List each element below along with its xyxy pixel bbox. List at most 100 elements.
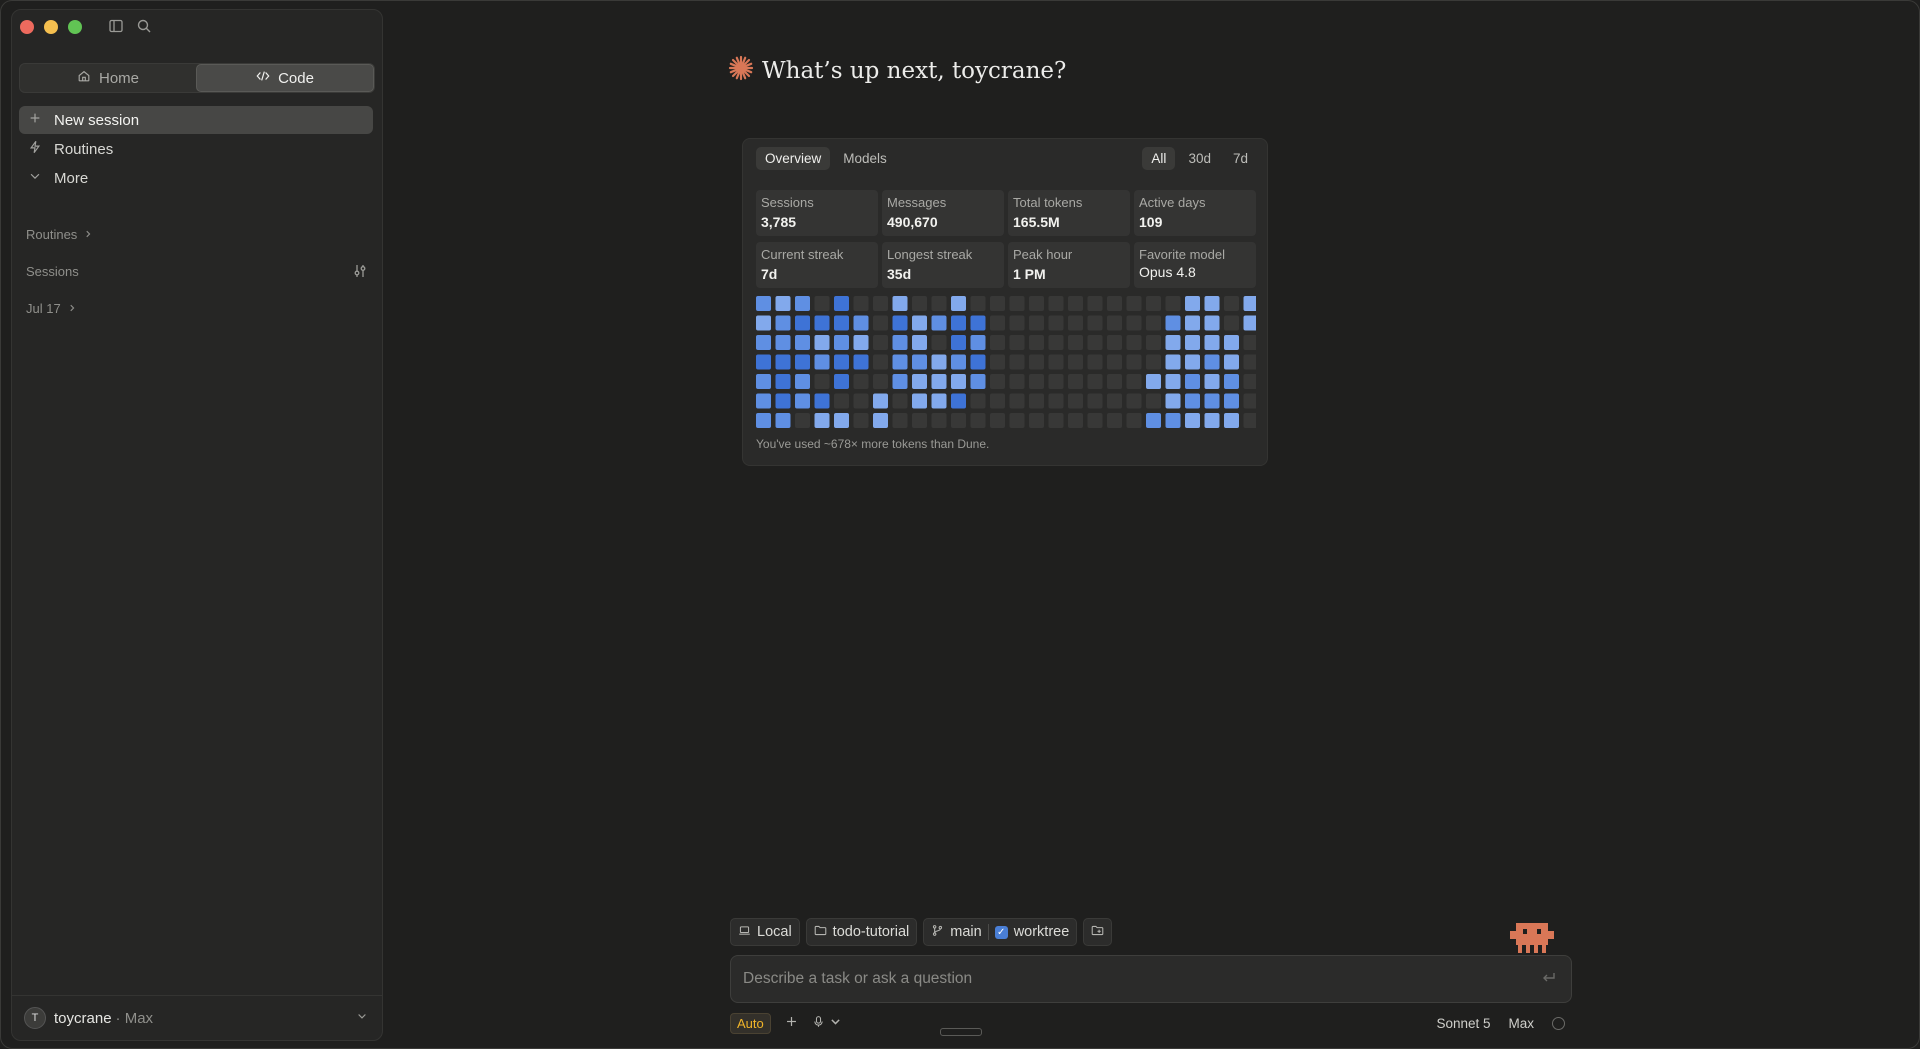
heatmap-cell bbox=[834, 315, 849, 331]
enter-icon[interactable] bbox=[1541, 971, 1557, 990]
user-plan: · Max bbox=[115, 1009, 154, 1027]
account-menu[interactable]: T toycrane · Max bbox=[12, 995, 382, 1040]
heatmap-cell bbox=[1107, 393, 1122, 409]
heatmap-cell bbox=[1243, 393, 1256, 409]
voice-input-button[interactable] bbox=[812, 1015, 842, 1033]
plus-icon bbox=[785, 1015, 798, 1033]
heatmap-cell bbox=[990, 315, 1005, 331]
heatmap-cell bbox=[1243, 413, 1256, 428]
more-label: More bbox=[54, 169, 89, 187]
heatmap-cell bbox=[1204, 374, 1220, 389]
heatmap-cell bbox=[1224, 296, 1239, 311]
routines-label: Routines bbox=[54, 140, 114, 158]
heatmap-cell bbox=[931, 354, 947, 370]
heatmap-cell bbox=[795, 296, 810, 311]
sidebar-item-routines[interactable]: Routines bbox=[19, 135, 373, 163]
range-30d[interactable]: 30d bbox=[1179, 147, 1220, 170]
add-attachment-button[interactable] bbox=[785, 1015, 798, 1033]
heatmap-cell bbox=[1068, 315, 1083, 331]
range-all[interactable]: All bbox=[1142, 147, 1176, 170]
resize-handle[interactable] bbox=[940, 1028, 982, 1036]
code-tab-label: Code bbox=[278, 69, 314, 87]
heatmap-cell bbox=[1165, 354, 1181, 370]
mode-selector[interactable]: Auto bbox=[730, 1013, 771, 1034]
stats-grid: Sessions 3,785 Messages 490,670 Total to… bbox=[756, 190, 1256, 288]
heatmap-cell bbox=[1165, 393, 1181, 409]
heatmap-cell bbox=[853, 393, 869, 409]
heatmap-cell bbox=[1107, 374, 1122, 389]
tab-overview[interactable]: Overview bbox=[756, 147, 831, 170]
heatmap-cell bbox=[1146, 354, 1161, 370]
context-usage-ring-icon[interactable] bbox=[1552, 1017, 1565, 1030]
minimize-window-button[interactable] bbox=[44, 20, 58, 34]
git-branch-icon bbox=[931, 924, 944, 941]
stat-value: 109 bbox=[1139, 214, 1163, 230]
heatmap-cell bbox=[853, 296, 869, 311]
heatmap-cell bbox=[873, 296, 888, 311]
code-icon bbox=[256, 69, 270, 87]
home-tab[interactable]: Home bbox=[20, 64, 196, 92]
heatmap-cell bbox=[1087, 393, 1103, 409]
heatmap-cell bbox=[873, 354, 888, 370]
heatmap-cell bbox=[1243, 296, 1256, 311]
heatmap-cell bbox=[1243, 335, 1256, 350]
bolt-icon bbox=[28, 140, 42, 158]
folder-chip[interactable]: todo-tutorial bbox=[805, 918, 918, 946]
heatmap-cell bbox=[775, 296, 791, 311]
heatmap-cell bbox=[951, 354, 966, 370]
stat-value: 490,670 bbox=[887, 214, 938, 230]
sidebar-toggle-icon[interactable] bbox=[108, 18, 124, 39]
heatmap-cell bbox=[1185, 413, 1200, 428]
heatmap-cell bbox=[912, 354, 927, 370]
date-group-header[interactable]: Jul 17 bbox=[26, 301, 77, 316]
heatmap-cell bbox=[795, 354, 810, 370]
heatmap-cell bbox=[1126, 354, 1142, 370]
close-window-button[interactable] bbox=[20, 20, 34, 34]
zoom-window-button[interactable] bbox=[68, 20, 82, 34]
code-tab[interactable]: Code bbox=[196, 64, 374, 92]
heatmap-cell bbox=[814, 335, 830, 350]
routines-section-header[interactable]: Routines bbox=[26, 227, 93, 242]
heatmap-cell bbox=[814, 296, 830, 311]
environment-chip[interactable]: Local bbox=[730, 918, 800, 946]
heatmap-cell bbox=[775, 315, 791, 331]
heatmap-cell bbox=[970, 315, 986, 331]
effort-selector[interactable]: Max bbox=[1508, 1016, 1534, 1031]
heatmap-cell bbox=[1224, 354, 1239, 370]
new-session-button[interactable]: New session bbox=[19, 106, 373, 134]
heatmap-cell bbox=[814, 315, 830, 331]
stat-total-tokens: Total tokens 165.5M bbox=[1008, 190, 1130, 236]
heatmap-cell bbox=[1146, 335, 1161, 350]
heatmap-cell bbox=[1107, 335, 1122, 350]
search-icon[interactable] bbox=[136, 18, 152, 39]
branch-chip[interactable]: main ✓ worktree bbox=[923, 918, 1078, 946]
date-group-label: Jul 17 bbox=[26, 301, 61, 316]
stat-active-days: Active days 109 bbox=[1134, 190, 1256, 236]
add-folder-button[interactable] bbox=[1083, 918, 1113, 946]
heatmap-cell bbox=[834, 354, 849, 370]
heatmap-cell bbox=[756, 413, 771, 428]
stat-label: Favorite model bbox=[1139, 247, 1225, 262]
sidebar-item-more[interactable]: More bbox=[19, 164, 373, 192]
heatmap-cell bbox=[834, 335, 849, 350]
model-selector[interactable]: Sonnet 5 bbox=[1436, 1016, 1490, 1031]
heatmap-cell bbox=[892, 374, 908, 389]
heatmap-cell bbox=[1165, 335, 1181, 350]
prompt-input[interactable] bbox=[741, 966, 1525, 992]
stat-value: Opus 4.8 bbox=[1139, 264, 1196, 280]
heatmap-cell bbox=[1009, 335, 1025, 350]
heatmap-cell bbox=[756, 335, 771, 350]
heatmap-cell bbox=[1048, 296, 1064, 311]
heatmap-cell bbox=[892, 296, 908, 311]
tab-models[interactable]: Models bbox=[834, 147, 896, 170]
heatmap-cell bbox=[1068, 374, 1083, 389]
heatmap-cell bbox=[775, 393, 791, 409]
stat-value: 7d bbox=[761, 266, 778, 282]
worktree-checkbox[interactable]: ✓ bbox=[994, 925, 1008, 939]
range-7d[interactable]: 7d bbox=[1224, 147, 1257, 170]
filter-sliders-icon[interactable] bbox=[352, 263, 368, 284]
heatmap-cell bbox=[1029, 335, 1044, 350]
heatmap-cell bbox=[1243, 374, 1256, 389]
heatmap-cell bbox=[775, 354, 791, 370]
heatmap-cell bbox=[1185, 374, 1200, 389]
